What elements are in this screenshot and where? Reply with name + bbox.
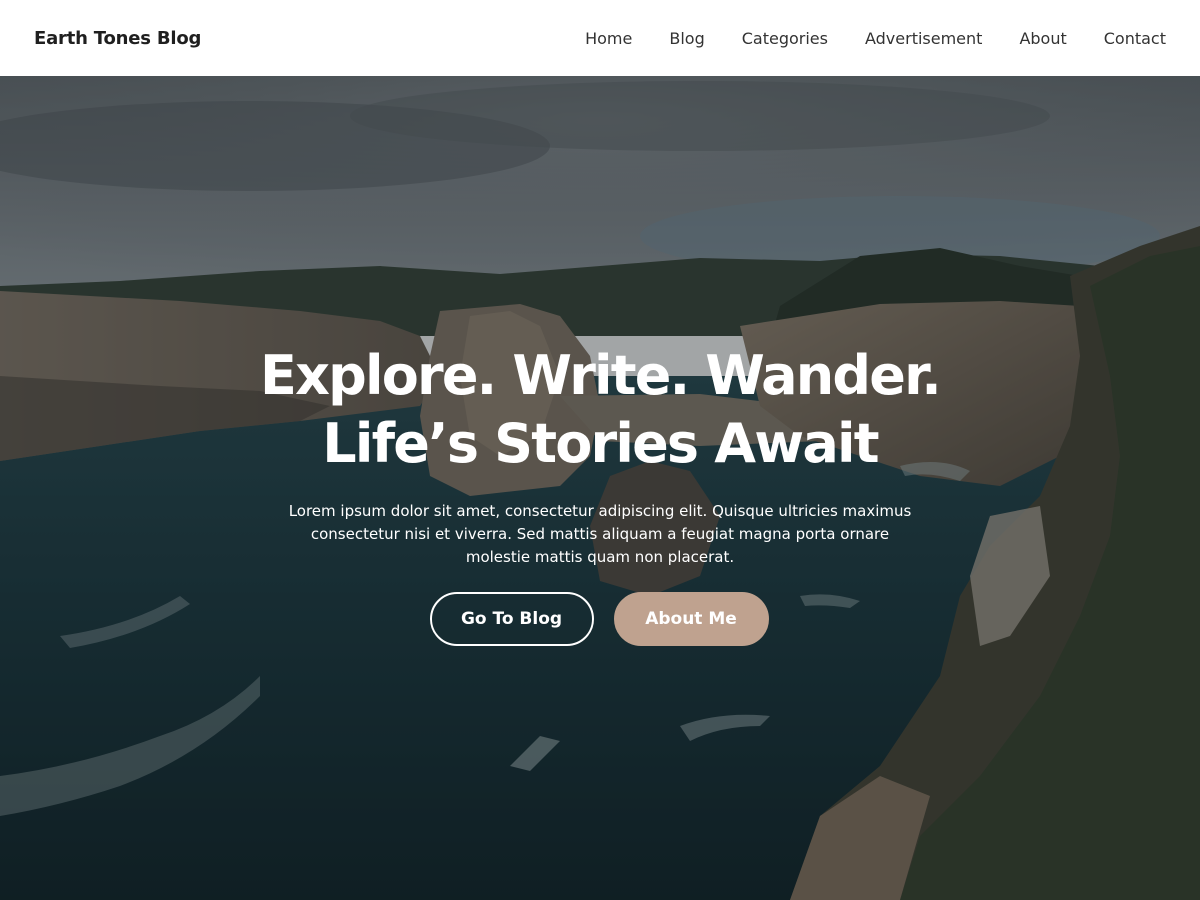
go-to-blog-button[interactable]: Go To Blog xyxy=(429,592,594,646)
about-me-button[interactable]: About Me xyxy=(613,592,769,646)
nav-item-home[interactable]: Home xyxy=(585,29,632,48)
hero-description: Lorem ipsum dolor sit amet, consectetur … xyxy=(288,502,912,566)
nav-item-about[interactable]: About xyxy=(1019,29,1066,48)
nav-item-advertisement[interactable]: Advertisement xyxy=(865,29,982,48)
nav-item-categories[interactable]: Categories xyxy=(742,29,828,48)
hero-content: Explore. Write. Wander. Life’s Stories A… xyxy=(0,76,1200,900)
hero-title-line-1: Explore. Write. Wander. xyxy=(260,344,942,407)
nav-item-blog[interactable]: Blog xyxy=(669,29,704,48)
hero-title-line-2: Life’s Stories Await xyxy=(322,412,879,475)
hero-section: Explore. Write. Wander. Life’s Stories A… xyxy=(0,76,1200,900)
main-nav: Home Blog Categories Advertisement About… xyxy=(548,29,1166,48)
nav-item-contact[interactable]: Contact xyxy=(1104,29,1166,48)
hero-buttons: Go To Blog About Me xyxy=(0,592,1200,646)
hero-title: Explore. Write. Wander. Life’s Stories A… xyxy=(150,342,1050,478)
site-title[interactable]: Earth Tones Blog xyxy=(34,28,201,49)
site-header: Earth Tones Blog Home Blog Categories Ad… xyxy=(0,0,1200,76)
